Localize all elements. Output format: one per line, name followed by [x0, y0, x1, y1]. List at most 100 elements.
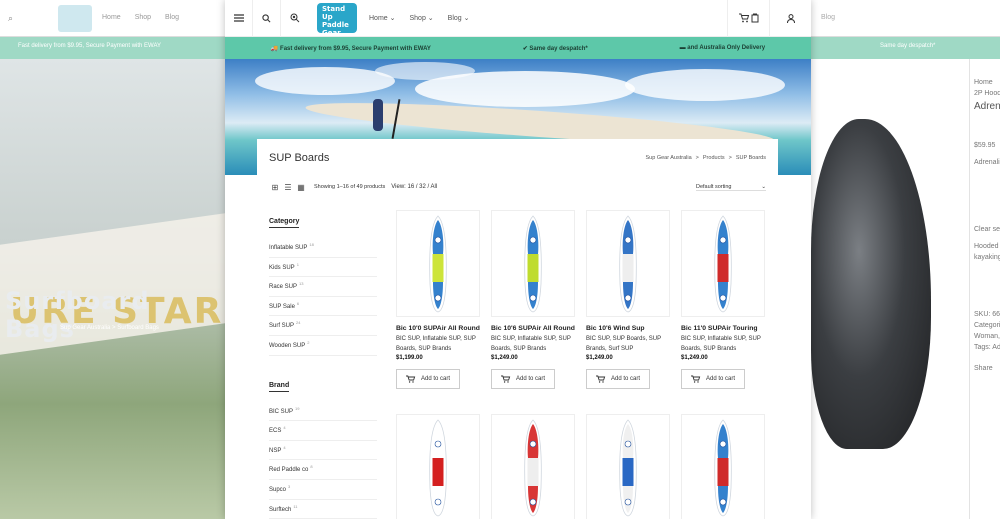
brand-list: BIC SUP19 ECS4 NSP4 Red Paddle co8 Supco3 Sur… — [269, 402, 377, 519]
dense-grid-view-button[interactable]: ▦ — [297, 183, 305, 192]
product-card[interactable] — [586, 414, 670, 519]
breadcrumb-home[interactable]: Sup Gear Australia — [646, 155, 692, 161]
background-text: Woman, — [974, 333, 1000, 340]
sort-value: Default sorting — [696, 183, 732, 190]
background-nav-item: Home — [102, 14, 121, 21]
product-card[interactable]: Bic 10'6 Wind Sup BIC SUP, SUP Boards, SU… — [586, 210, 670, 389]
background-breadcrumb: Sup Gear Australia > Surfboard Bags — [60, 325, 159, 331]
add-to-cart-button[interactable]: Add to cart — [491, 369, 555, 389]
account-button[interactable] — [769, 0, 811, 37]
product-card[interactable]: Bic 10'6 SUPAir All Round BIC SUP, Inflat… — [491, 210, 575, 389]
category-list: Inflatable SUP18 Kids SUP1 Race SUP13 SUP S… — [269, 238, 377, 356]
product-price: $1,249.00 — [491, 355, 518, 361]
brand-item-count: 4 — [283, 425, 286, 431]
product-price: $1,199.00 — [396, 355, 423, 361]
product-name[interactable]: Bic 10'6 Wind Sup — [586, 325, 670, 332]
background-text: 2P Hoode — [974, 90, 1000, 97]
product-image[interactable] — [681, 210, 765, 317]
add-to-cart-button[interactable]: Add to cart — [586, 369, 650, 389]
add-to-cart-button[interactable]: Add to cart — [681, 369, 745, 389]
product-image[interactable] — [491, 414, 575, 519]
nav-blog[interactable]: Blog ⌄ — [448, 14, 470, 22]
add-to-cart-label: Add to cart — [705, 376, 735, 382]
brand-item[interactable]: Supco3 — [269, 480, 377, 500]
product-categories: BIC SUP, SUP Boards, SUP Brands, Surf SUP — [586, 334, 670, 354]
filter-sidebar: Category Inflatable SUP18 Kids SUP1 Race S… — [269, 210, 377, 519]
brand-item[interactable]: Surftech11 — [269, 500, 377, 519]
breadcrumb-current: SUP Boards — [735, 155, 766, 161]
category-item-label: SUP Sale — [269, 303, 295, 310]
breadcrumb-separator: > — [728, 155, 732, 161]
product-category-line[interactable]: BIC SUP, Inflatable SUP, SUP — [396, 334, 480, 344]
search-button[interactable] — [253, 0, 281, 37]
promo-item: ✔ Same day despatch* — [522, 45, 588, 52]
brand-item[interactable]: BIC SUP19 — [269, 402, 377, 422]
site-header: Stand Up Paddle Gear Home ⌄ Shop ⌄ Blog … — [225, 0, 811, 37]
category-item[interactable]: Surf SUP24 — [269, 316, 377, 336]
background-text: Hooded L — [974, 243, 1000, 250]
brand-item-count: 4 — [283, 444, 286, 450]
nav-home[interactable]: Home ⌄ — [369, 14, 396, 22]
product-card[interactable]: Bic 11'0 SUPAir Touring BIC SUP, Inflatab… — [681, 210, 765, 389]
add-to-cart-label: Add to cart — [420, 376, 450, 382]
product-name[interactable]: Bic 10'6 SUPAir All Round — [491, 325, 575, 332]
promo-item: 🚚 Fast delivery from $9.95, Secure Payme… — [270, 45, 431, 52]
product-category-line[interactable]: BIC SUP, Inflatable SUP, SUP — [491, 334, 575, 344]
brand-filter: Brand BIC SUP19 ECS4 NSP4 Red Paddle co8 Sup… — [269, 374, 377, 519]
product-image[interactable] — [681, 414, 765, 519]
product-name[interactable]: Bic 10'0 SUPAir All Round — [396, 325, 480, 332]
product-image[interactable] — [396, 210, 480, 317]
background-nav-item: Blog — [165, 14, 180, 21]
category-item-count: 2 — [307, 339, 310, 345]
product-card[interactable] — [681, 414, 765, 519]
product-price: $1,249.00 — [681, 355, 708, 361]
brand-item[interactable]: ECS4 — [269, 421, 377, 441]
brand-item-label: Supco — [269, 486, 287, 493]
product-category-line[interactable]: BIC SUP, SUP Boards, SUP — [586, 334, 670, 344]
breadcrumb-products[interactable]: Products — [703, 155, 725, 161]
product-card[interactable]: Bic 10'0 SUPAir All Round BIC SUP, Inflat… — [396, 210, 480, 389]
category-item[interactable]: Kids SUP1 — [269, 258, 377, 278]
product-image[interactable] — [396, 414, 480, 519]
category-item-count: 13 — [299, 281, 304, 287]
product-image[interactable] — [586, 210, 670, 317]
background-crumb: Surfboard Bags — [117, 325, 159, 331]
product-image[interactable] — [586, 414, 670, 519]
product-card[interactable] — [491, 414, 575, 519]
product-categories: BIC SUP, Inflatable SUP, SUP Boards, SUP … — [396, 334, 480, 354]
header-actions — [727, 0, 811, 37]
user-icon — [786, 13, 795, 23]
product-category-line[interactable]: Brands, Surf SUP — [586, 344, 670, 354]
site-logo[interactable]: Stand Up Paddle Gear — [317, 3, 357, 33]
brand-item[interactable]: NSP4 — [269, 441, 377, 461]
paddle-board-image — [714, 214, 732, 312]
sort-select[interactable]: Default sorting ⌄ — [696, 184, 766, 191]
product-card[interactable] — [396, 414, 480, 519]
category-item[interactable]: Race SUP13 — [269, 277, 377, 297]
product-category-line[interactable]: Boards, SUP Brands — [681, 344, 765, 354]
per-page-selector[interactable]: View: 16 / 32 / All — [391, 184, 437, 190]
category-item[interactable]: Wooden SUP2 — [269, 336, 377, 356]
nav-home-label: Home — [369, 15, 388, 22]
promo-text: Same day despatch* — [529, 45, 588, 52]
category-item[interactable]: Inflatable SUP18 — [269, 238, 377, 258]
cart-button[interactable] — [727, 0, 769, 37]
product-category-line[interactable]: Boards, SUP Brands — [396, 344, 480, 354]
background-product-info: Home 2P Hoode Adren $59.95 Adrenaline Cl… — [969, 59, 1000, 519]
product-image[interactable] — [491, 210, 575, 317]
menu-button[interactable] — [225, 0, 253, 37]
search-icon — [262, 13, 271, 22]
paddle-board-image — [429, 418, 447, 516]
grid-view-button[interactable]: ⊞ — [271, 183, 279, 192]
nav-shop[interactable]: Shop ⌄ — [410, 14, 434, 22]
paddle-board-image — [619, 418, 637, 516]
brand-item[interactable]: Red Paddle co8 — [269, 460, 377, 480]
category-item[interactable]: SUP Sale6 — [269, 297, 377, 317]
list-view-button[interactable]: ☰ — [284, 183, 292, 192]
advanced-search-button[interactable] — [281, 0, 309, 37]
background-text: Home — [974, 79, 993, 86]
product-category-line[interactable]: BIC SUP, Inflatable SUP, SUP — [681, 334, 765, 344]
product-category-line[interactable]: Boards, SUP Brands — [491, 344, 575, 354]
add-to-cart-button[interactable]: Add to cart — [396, 369, 460, 389]
product-name[interactable]: Bic 11'0 SUPAir Touring — [681, 325, 765, 332]
